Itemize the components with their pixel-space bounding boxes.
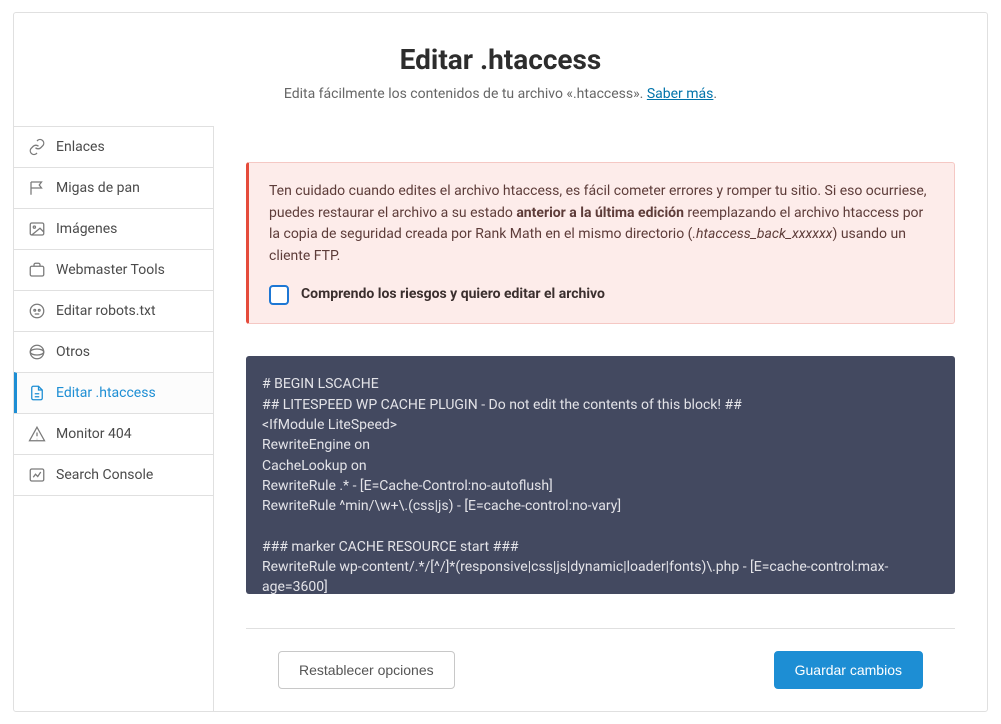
page-subtitle: Edita fácilmente los contenidos de tu ar… (34, 86, 967, 102)
sidebar: Enlaces Migas de pan Imágenes Webmaster … (14, 126, 214, 711)
main-content: Ten cuidado cuando edites el archivo hta… (214, 126, 987, 711)
page-title: Editar .htaccess (34, 43, 967, 76)
sidebar-item-label: Migas de pan (56, 180, 140, 196)
page-header: Editar .htaccess Edita fácilmente los co… (14, 13, 987, 126)
htaccess-editor[interactable] (246, 356, 955, 594)
chart-icon (28, 466, 46, 484)
sidebar-item-searchconsole[interactable]: Search Console (14, 454, 213, 496)
warning-alert: Ten cuidado cuando edites el archivo hta… (246, 162, 955, 324)
sidebar-item-webmaster[interactable]: Webmaster Tools (14, 249, 213, 290)
sidebar-item-migas[interactable]: Migas de pan (14, 167, 213, 208)
sidebar-item-label: Search Console (56, 467, 153, 483)
learn-more-link[interactable]: Saber más (647, 86, 714, 102)
robot-icon (28, 302, 46, 320)
sidebar-item-label: Editar .htaccess (56, 385, 156, 401)
sidebar-item-label: Otros (56, 344, 90, 360)
reset-button[interactable]: Restablecer opciones (278, 651, 455, 689)
footer-actions: Restablecer opciones Guardar cambios (246, 628, 955, 711)
sidebar-item-monitor404[interactable]: Monitor 404 (14, 413, 213, 454)
link-icon (28, 138, 46, 156)
sidebar-item-robots[interactable]: Editar robots.txt (14, 290, 213, 331)
image-icon (28, 220, 46, 238)
sidebar-item-htaccess[interactable]: Editar .htaccess (14, 372, 213, 413)
sidebar-item-label: Enlaces (56, 139, 105, 155)
sidebar-item-label: Imágenes (56, 221, 117, 237)
understand-risk-label: Comprendo los riesgos y quiero editar el… (301, 284, 605, 306)
flag-icon (28, 179, 46, 197)
warning-icon (28, 425, 46, 443)
layers-icon (28, 343, 46, 361)
sidebar-item-imagenes[interactable]: Imágenes (14, 208, 213, 249)
file-text-icon (28, 384, 46, 402)
sidebar-item-enlaces[interactable]: Enlaces (14, 126, 213, 167)
sidebar-item-label: Monitor 404 (56, 426, 132, 442)
sidebar-item-label: Webmaster Tools (56, 262, 165, 278)
save-button[interactable]: Guardar cambios (774, 651, 923, 689)
understand-risk-checkbox[interactable] (269, 285, 289, 305)
alert-text: Ten cuidado cuando edites el archivo hta… (269, 181, 934, 268)
briefcase-icon (28, 261, 46, 279)
sidebar-item-otros[interactable]: Otros (14, 331, 213, 372)
sidebar-item-label: Editar robots.txt (56, 303, 156, 319)
